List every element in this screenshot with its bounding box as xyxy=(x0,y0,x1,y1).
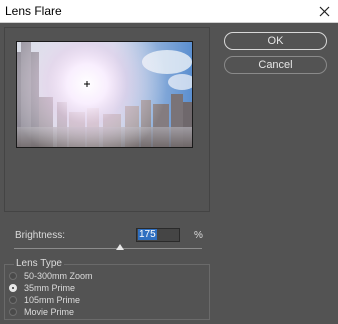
ok-button[interactable]: OK xyxy=(224,32,327,50)
preview-photo xyxy=(17,42,192,147)
brightness-unit: % xyxy=(194,230,203,241)
radio-button-icon[interactable] xyxy=(9,272,17,280)
brightness-input[interactable]: 175 xyxy=(136,228,180,242)
brightness-slider-track[interactable] xyxy=(14,248,202,249)
cancel-button[interactable]: Cancel xyxy=(224,56,327,74)
radio-button-checked-icon[interactable] xyxy=(9,284,17,292)
radio-35mm-prime[interactable]: 35mm Prime xyxy=(9,282,75,294)
lens-flare-dialog: Lens Flare OK Cancel Brightness: 175 % L… xyxy=(0,0,338,324)
radio-label: 50-300mm Zoom xyxy=(24,271,93,281)
brightness-label: Brightness: xyxy=(15,230,66,241)
brightness-slider-thumb[interactable] xyxy=(116,244,124,250)
radio-50-300mm-zoom[interactable]: 50-300mm Zoom xyxy=(9,270,93,282)
dialog-title: Lens Flare xyxy=(5,4,62,18)
radio-button-icon[interactable] xyxy=(9,296,17,304)
radio-105mm-prime[interactable]: 105mm Prime xyxy=(9,294,80,306)
radio-button-icon[interactable] xyxy=(9,308,17,316)
title-bar: Lens Flare xyxy=(0,0,338,23)
radio-label: 35mm Prime xyxy=(24,283,76,293)
close-button[interactable] xyxy=(310,0,338,22)
flare-preview-image[interactable] xyxy=(16,41,193,148)
brightness-value: 175 xyxy=(138,229,157,240)
radio-label: 105mm Prime xyxy=(24,295,81,305)
close-icon xyxy=(319,6,329,16)
radio-movie-prime[interactable]: Movie Prime xyxy=(9,306,74,318)
radio-label: Movie Prime xyxy=(24,307,75,317)
lens-type-legend: Lens Type xyxy=(14,258,64,269)
